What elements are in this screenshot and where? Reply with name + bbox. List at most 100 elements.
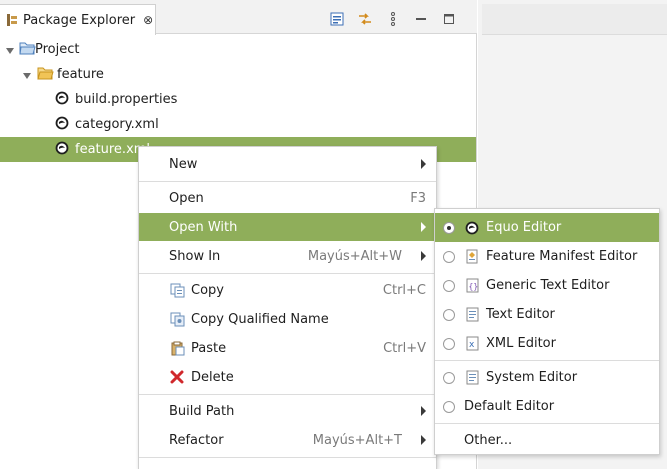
tree-label: category.xml (75, 117, 159, 132)
menu-item-copy-qualified-name[interactable]: Copy Qualified Name (139, 305, 436, 333)
menu-item-open[interactable]: Open F3 (139, 184, 436, 212)
open-with-submenu: Equo Editor Feature Manifest Editor {} G… (434, 208, 660, 455)
menu-separator (139, 457, 436, 458)
submenu-label: Generic Text Editor (486, 278, 610, 293)
menu-label: Copy (191, 282, 224, 298)
menu-label: New (169, 156, 198, 172)
radio-icon (443, 371, 455, 384)
project-folder-icon (19, 41, 36, 59)
tree-label: build.properties (75, 92, 178, 107)
minimize-icon[interactable] (407, 10, 435, 28)
menu-item-refactor[interactable]: Refactor Mayús+Alt+T (139, 426, 436, 454)
radio-icon (443, 337, 455, 350)
system-editor-icon (464, 370, 480, 386)
menu-separator (435, 423, 659, 424)
menu-label: Build Path (169, 403, 235, 419)
menu-item-show-in[interactable]: Show In Mayús+Alt+W (139, 242, 436, 270)
radio-icon (443, 308, 455, 321)
tree-label: feature (57, 67, 104, 82)
menu-shortcut: F3 (410, 190, 426, 206)
submenu-item-text-editor[interactable]: Text Editor (435, 300, 659, 329)
expanded-chevron-icon[interactable] (22, 70, 32, 80)
feature-manifest-icon (464, 249, 480, 265)
menu-item-open-with[interactable]: Open With (139, 213, 436, 241)
view-toolbar (323, 10, 463, 28)
editor-area-header (482, 4, 667, 35)
tree-item-file[interactable]: build.properties (0, 87, 476, 112)
menu-separator (139, 273, 436, 274)
menu-item-delete[interactable]: Delete (139, 363, 436, 391)
submenu-label: Equo Editor (486, 220, 562, 235)
submenu-item-generic-text-editor[interactable]: {} Generic Text Editor (435, 271, 659, 300)
collapse-all-icon[interactable] (323, 10, 351, 28)
menu-item-copy[interactable]: Copy Ctrl+C (139, 276, 436, 304)
submenu-label: Text Editor (486, 307, 555, 322)
generic-text-icon: {} (464, 278, 480, 294)
submenu-arrow-icon (421, 435, 426, 445)
menu-label: Open With (169, 219, 238, 235)
radio-icon (443, 400, 455, 413)
submenu-label: Other... (464, 433, 513, 448)
folder-icon (37, 66, 54, 84)
tree-item-folder[interactable]: feature (0, 62, 476, 87)
copy-icon (169, 282, 185, 298)
submenu-arrow-icon (421, 251, 426, 261)
submenu-item-feature-manifest-editor[interactable]: Feature Manifest Editor (435, 242, 659, 271)
menu-label: Paste (191, 340, 227, 356)
package-explorer-tab[interactable]: Package Explorer ⊗ (0, 4, 156, 35)
submenu-item-system-editor[interactable]: System Editor (435, 363, 659, 392)
menu-separator (139, 394, 436, 395)
xml-file-icon: x (464, 336, 480, 352)
view-title: Package Explorer (23, 12, 136, 28)
view-header: Package Explorer ⊗ (0, 0, 477, 35)
svg-text:x: x (469, 340, 475, 350)
tree-item-file[interactable]: category.xml (0, 112, 476, 137)
equo-file-icon (55, 141, 69, 159)
radio-icon (443, 250, 455, 263)
menu-item-new[interactable]: New (139, 150, 436, 178)
menu-shortcut: Ctrl+C (382, 282, 426, 298)
menu-label: Copy Qualified Name (191, 311, 329, 327)
tree-item-project[interactable]: Project (0, 37, 476, 62)
menu-separator (139, 181, 436, 182)
menu-label: Delete (191, 369, 234, 385)
svg-text:{}: {} (468, 282, 478, 291)
package-explorer-icon (6, 13, 18, 27)
tree-label: Project (35, 42, 80, 57)
copy-qualified-icon (169, 311, 185, 327)
menu-shortcut: Ctrl+V (383, 340, 426, 356)
menu-item-paste[interactable]: Paste Ctrl+V (139, 334, 436, 362)
menu-shortcut: Mayús+Alt+T (312, 432, 402, 448)
menu-item-build-path[interactable]: Build Path (139, 397, 436, 425)
menu-label: Open (169, 190, 204, 206)
menu-label: Refactor (169, 432, 224, 448)
submenu-item-other[interactable]: Other... (435, 426, 659, 455)
submenu-label: XML Editor (486, 336, 556, 351)
radio-selected-icon (443, 221, 455, 234)
text-file-icon (464, 307, 480, 323)
equo-file-icon (55, 91, 69, 109)
submenu-label: Default Editor (464, 399, 555, 414)
menu-label: Show In (169, 248, 221, 264)
delete-icon (169, 369, 185, 385)
expanded-chevron-icon[interactable] (5, 45, 15, 55)
view-menu-icon[interactable] (379, 10, 407, 28)
paste-icon (169, 340, 185, 356)
menu-shortcut: Mayús+Alt+W (307, 248, 402, 264)
submenu-item-default-editor[interactable]: Default Editor (435, 392, 659, 421)
submenu-item-equo-editor[interactable]: Equo Editor (435, 213, 659, 242)
submenu-item-xml-editor[interactable]: x XML Editor (435, 329, 659, 358)
menu-separator (435, 360, 659, 361)
submenu-arrow-icon (421, 159, 426, 169)
submenu-label: System Editor (486, 370, 578, 385)
radio-icon (443, 279, 455, 292)
equo-icon (464, 220, 480, 236)
submenu-arrow-icon (421, 222, 426, 232)
submenu-arrow-icon (421, 406, 426, 416)
close-icon[interactable]: ⊗ (143, 13, 153, 27)
context-menu: New Open F3 Open With Show In Mayús+Alt+… (138, 146, 437, 469)
link-with-editor-icon[interactable] (351, 10, 379, 28)
equo-file-icon (55, 116, 69, 134)
submenu-label: Feature Manifest Editor (486, 249, 638, 264)
maximize-icon[interactable] (435, 10, 463, 28)
